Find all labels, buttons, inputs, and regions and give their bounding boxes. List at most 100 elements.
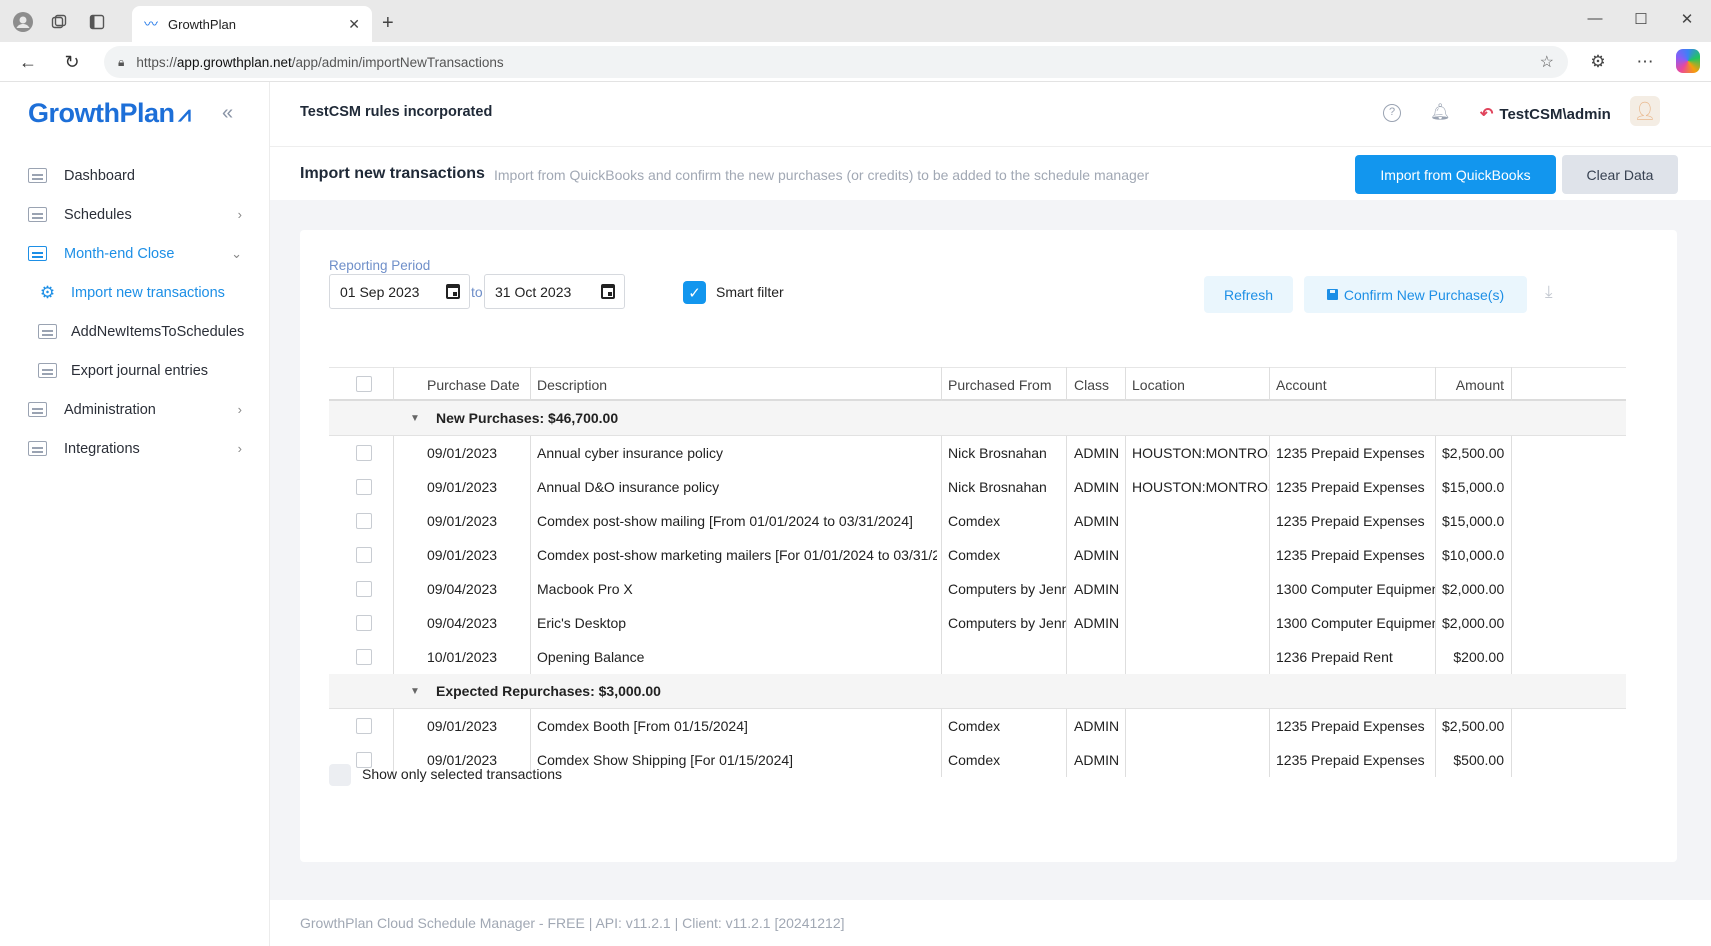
user-menu[interactable]: ↶ TestCSM\admin (1480, 104, 1611, 124)
cell-location: HOUSTON:MONTROSE (1132, 479, 1270, 495)
cell-desc: Comdex post-show mailing [From 01/01/202… (537, 513, 913, 529)
caret-down-icon[interactable]: ▼ (410, 674, 420, 709)
column-header[interactable]: Description (537, 368, 937, 402)
favorite-star-icon[interactable]: ☆ (1540, 52, 1554, 72)
row-checkbox[interactable] (356, 479, 372, 495)
address-bar-row: ← ↻ 🔒︎ https://app.growthplan.net/app/ad… (0, 42, 1711, 82)
url-field[interactable]: 🔒︎ https://app.growthplan.net/app/admin/… (104, 46, 1568, 78)
column-header[interactable]: Amount (1442, 368, 1504, 402)
sidebar-item-schedules[interactable]: Schedules › (0, 195, 270, 234)
maximize-icon[interactable]: ☐ (1626, 10, 1656, 28)
back-icon[interactable]: ← (16, 51, 40, 73)
column-header[interactable]: Purchased From (948, 368, 1066, 402)
row-checkbox[interactable] (356, 615, 372, 631)
minimize-icon[interactable]: — (1580, 10, 1610, 27)
confirm-new-purchases-button[interactable]: Confirm New Purchase(s) (1304, 276, 1527, 313)
caret-down-icon[interactable]: ▼ (410, 401, 420, 436)
sidebar-item-label: Import new transactions (71, 284, 225, 301)
logo-text: GrowthPlan (28, 98, 175, 128)
row-checkbox[interactable] (356, 718, 372, 734)
row-checkbox[interactable] (356, 547, 372, 563)
cell-desc: Comdex Booth [From 01/15/2024] (537, 718, 748, 734)
cell-account: 1235 Prepaid Expenses (1276, 479, 1425, 495)
cell-account: 1235 Prepaid Expenses (1276, 445, 1425, 461)
cell-account: 1300 Computer Equipment (1276, 615, 1436, 631)
cell-location (1132, 538, 1270, 572)
page-subtitle: Import from QuickBooks and confirm the n… (494, 167, 1150, 183)
cell-account: 1236 Prepaid Rent (1276, 649, 1393, 665)
chevron-right-icon: › (237, 441, 242, 456)
sidebar-item-import-new-transactions[interactable]: ⚙ Import new transactions (0, 273, 270, 312)
sidebar-item-month-end-close[interactable]: Month-end Close ⌄ (0, 234, 270, 273)
sidebar-item-label: Administration (64, 401, 156, 418)
cell-from: Computers by Jenni (948, 581, 1066, 597)
sidebar-item-export-journal-entries[interactable]: Export journal entries (0, 351, 270, 390)
column-header[interactable]: Purchase Date (427, 368, 527, 402)
row-checkbox[interactable] (356, 445, 372, 461)
download-icon[interactable]: ⤓ (1545, 282, 1553, 302)
import-from-quickbooks-button[interactable]: Import from QuickBooks (1355, 155, 1556, 194)
from-date-input[interactable]: 01 Sep 2023 (329, 274, 470, 309)
refresh-button[interactable]: Refresh (1204, 276, 1293, 313)
table-row[interactable]: 09/01/2023 Comdex post-show mailing [From… (329, 504, 1626, 538)
gear-icon: ⚙ (39, 282, 56, 302)
company-name: TestCSM rules incorporated (300, 104, 493, 120)
calendar-icon[interactable] (601, 284, 615, 299)
row-checkbox[interactable] (356, 581, 372, 597)
calendar-icon[interactable] (446, 284, 460, 299)
new-tab-icon[interactable]: + (382, 12, 394, 35)
select-all-checkbox[interactable] (356, 376, 372, 392)
column-header[interactable]: Account (1276, 368, 1436, 402)
show-selected-label[interactable]: Show only selected transactions (362, 766, 562, 782)
cell-account: 1235 Prepaid Expenses (1276, 513, 1425, 529)
cell-location (1132, 743, 1270, 777)
profile-icon[interactable] (12, 11, 34, 33)
table-row[interactable]: 09/04/2023 Eric's Desktop Computers by Jen… (329, 606, 1626, 640)
page-title: Import new transactions (300, 165, 485, 182)
column-header[interactable]: Class (1074, 368, 1126, 402)
more-menu-icon[interactable]: ⋯ (1633, 52, 1657, 72)
table-row[interactable]: 09/01/2023 Comdex post-show marketing mai… (329, 538, 1626, 572)
table-row[interactable]: 10/01/2023 Opening Balance 1236 Prepaid Re… (329, 640, 1626, 674)
cell-amount: $2,000.00 (1442, 615, 1504, 631)
bell-icon[interactable]: 🔔︎ (1430, 102, 1450, 122)
confirm-button-label: Confirm New Purchase(s) (1343, 286, 1505, 303)
logo[interactable]: GrowthPlan ⩘ (28, 98, 191, 129)
sidebar-item-administration[interactable]: Administration › (0, 390, 270, 429)
chevron-down-icon: ⌄ (231, 245, 242, 261)
tab-actions-icon[interactable] (86, 11, 108, 33)
sidebar-item-dashboard[interactable]: Dashboard (0, 156, 270, 195)
help-icon[interactable]: ? (1383, 104, 1401, 122)
table-row[interactable]: 09/01/2023 Comdex Booth [From 01/15/2024]… (329, 709, 1626, 743)
collapse-sidebar-icon[interactable]: « (222, 102, 233, 125)
reload-icon[interactable]: ↻ (60, 51, 84, 73)
sidebar-item-integrations[interactable]: Integrations › (0, 429, 270, 468)
window-close-icon[interactable]: ✕ (1672, 10, 1702, 28)
cell-date: 09/01/2023 (427, 718, 498, 734)
group-row[interactable]: ▼ New Purchases: $46,700.00 (329, 401, 1626, 436)
smart-filter-checkbox[interactable]: ✓ (683, 281, 706, 304)
table-row[interactable]: 09/01/2023 Annual cyber insurance policy N… (329, 436, 1626, 470)
show-selected-checkbox[interactable] (329, 764, 351, 786)
to-date-input[interactable]: 31 Oct 2023 (484, 274, 625, 309)
extensions-icon[interactable]: ⚙ (1586, 52, 1610, 72)
list-icon (38, 324, 57, 339)
group-title: New Purchases: $46,700.00 (436, 410, 619, 426)
avatar[interactable]: 👤︎ (1630, 96, 1660, 126)
browser-tab[interactable]: 〰 GrowthPlan ✕ (132, 6, 372, 42)
group-row[interactable]: ▼ Expected Repurchases: $3,000.00 (329, 674, 1626, 709)
sidebar-item-add-new-items-to-schedules[interactable]: AddNewItemsToSchedules (0, 312, 270, 351)
save-icon (1326, 289, 1338, 300)
tab-close-icon[interactable]: ✕ (348, 16, 360, 33)
clear-data-button[interactable]: Clear Data (1562, 155, 1678, 194)
row-checkbox[interactable] (356, 513, 372, 529)
smart-filter-label[interactable]: Smart filter (716, 284, 784, 300)
cell-date: 09/04/2023 (427, 581, 498, 597)
cell-date: 09/01/2023 (427, 445, 498, 461)
table-row[interactable]: 09/01/2023 Annual D&O insurance policy Nic… (329, 470, 1626, 504)
table-row[interactable]: 09/04/2023 Macbook Pro X Computers by Jenn… (329, 572, 1626, 606)
column-header[interactable]: Location (1132, 368, 1270, 402)
workspaces-icon[interactable] (48, 11, 70, 33)
row-checkbox[interactable] (356, 649, 372, 665)
copilot-icon[interactable] (1676, 49, 1700, 73)
